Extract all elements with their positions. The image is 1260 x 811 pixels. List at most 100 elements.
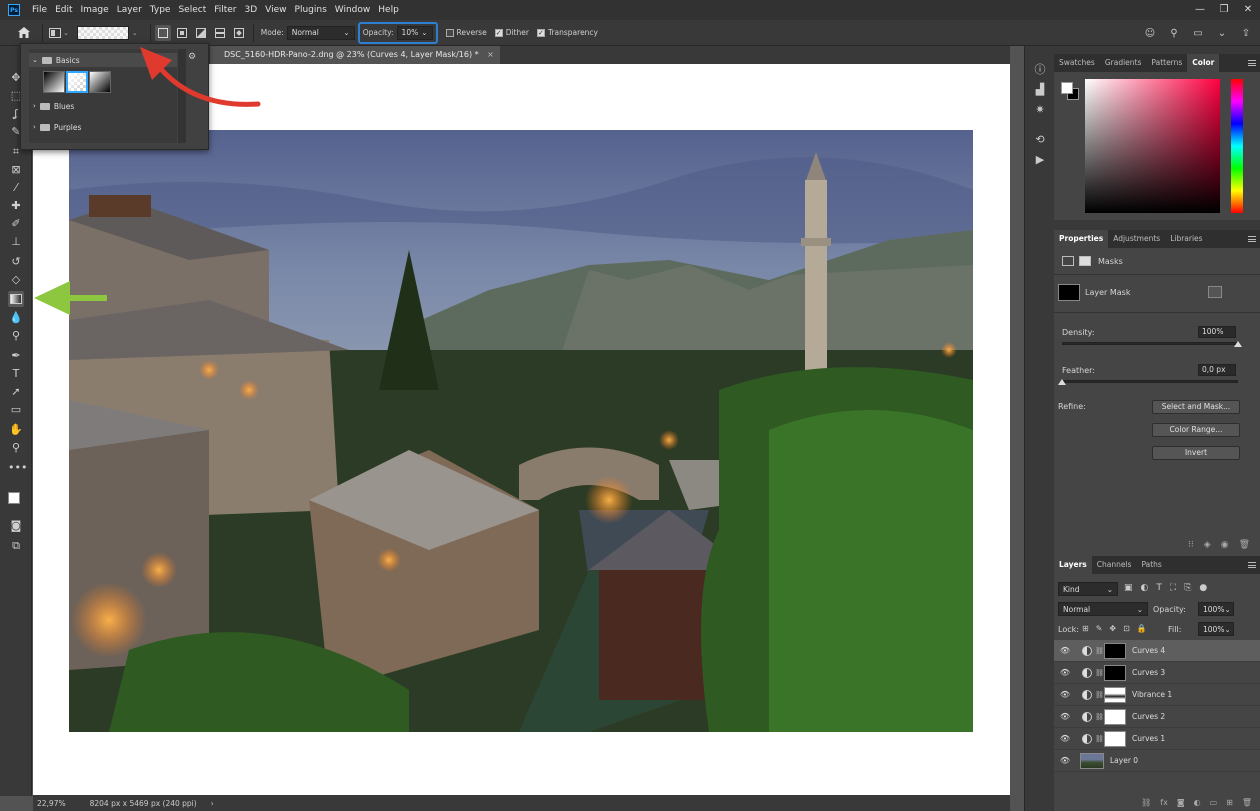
gradient-preview[interactable] [76,25,129,40]
transparency-option[interactable]: ✓ Transparency [536,28,598,37]
link-layers-icon[interactable]: ⛓ [1141,798,1151,807]
apply-mask-icon[interactable]: ◈ [1204,540,1211,550]
panel-menu-icon[interactable] [1248,562,1256,568]
tab-paths[interactable]: Paths [1136,556,1166,574]
density-slider[interactable] [1062,342,1238,345]
layer-mask-thumbnail[interactable] [1104,730,1126,747]
tab-gradients[interactable]: Gradients [1100,54,1147,72]
panel-menu-icon[interactable] [1248,60,1256,66]
reverse-checkbox[interactable] [445,28,454,37]
linear-gradient-icon[interactable] [154,24,171,41]
load-selection-icon[interactable]: ⁝⁝ [1188,540,1194,550]
gear-icon[interactable]: ⚙ [188,52,196,62]
menu-view[interactable]: View [261,5,290,15]
add-vector-mask-icon[interactable] [1231,286,1243,298]
tab-swatches[interactable]: Swatches [1054,54,1100,72]
gradient-swatch-fg-to-transparent[interactable] [66,71,88,93]
visibility-eye-icon[interactable]: 👁 [1058,668,1072,677]
search-icon[interactable]: ⚲ [1166,25,1182,41]
menu-layer[interactable]: Layer [113,5,146,15]
gradient-tool-icon[interactable] [8,291,24,307]
gradient-swatch-fg-to-bg[interactable] [43,71,65,93]
close-window-button[interactable]: ✕ [1236,0,1260,20]
mask-link-icon[interactable]: ⛓ [1095,647,1104,655]
angle-gradient-icon[interactable] [193,25,209,41]
menu-image[interactable]: Image [77,5,113,15]
quick-mask-icon[interactable]: ◙ [8,518,24,534]
gradient-dropdown-chevron-icon[interactable]: ⌄ [132,29,138,37]
blur-tool-icon[interactable]: 💧 [8,310,24,326]
layer-row-curves-4[interactable]: 👁 ⛓ Curves 4 [1054,640,1260,662]
invert-button[interactable]: Invert [1152,446,1240,460]
density-input[interactable]: 100% [1198,326,1236,338]
navigator-icon[interactable]: ✷ [1032,102,1048,118]
menu-3d[interactable]: 3D [241,5,262,15]
filter-smart-object-icon[interactable]: ⎘ [1184,583,1191,593]
feather-input[interactable]: 0,0 px [1198,364,1236,376]
tab-patterns[interactable]: Patterns [1146,54,1187,72]
select-and-mask-button[interactable]: Select and Mask... [1152,400,1240,414]
layer-opacity-input[interactable]: 100% ⌄ [1198,602,1234,616]
brush-tool-icon[interactable]: ✐ [8,216,24,232]
gradient-folder-purples[interactable]: › Purples [29,120,177,134]
history-icon[interactable]: ⟲ [1032,132,1048,148]
filter-shape-icon[interactable]: ⛶ [1170,583,1176,593]
new-group-icon[interactable]: ▭ [1210,798,1218,807]
workspace-chevron-icon[interactable]: ⌄ [1214,25,1230,41]
menu-plugins[interactable]: Plugins [291,5,331,15]
zoom-level[interactable]: 22,97% [37,799,66,808]
menu-window[interactable]: Window [331,5,375,15]
lock-position-icon[interactable]: ✥ [1109,624,1116,633]
transparency-checkbox[interactable]: ✓ [536,28,545,37]
blend-mode-select[interactable]: Normal ⌄ [1058,602,1148,616]
visibility-eye-icon[interactable]: 👁 [1058,646,1072,655]
fx-icon[interactable]: fx [1160,798,1168,807]
mask-link-icon[interactable]: ⛓ [1095,713,1104,721]
tab-channels[interactable]: Channels [1092,556,1137,574]
layer-row-curves-3[interactable]: 👁 ⛓ Curves 3 [1054,662,1260,684]
dither-option[interactable]: ✓ Dither [494,28,529,37]
select-pixel-mask-icon[interactable] [1208,286,1222,298]
delete-layer-icon[interactable]: 🗑 [1242,798,1252,807]
new-layer-icon[interactable]: ⊞ [1226,798,1233,807]
color-panel-foreground-swatch[interactable] [1061,82,1073,94]
actions-play-icon[interactable]: ▶ [1032,152,1048,168]
tool-preset-icon[interactable] [47,25,63,41]
pen-tool-icon[interactable]: ✒ [8,348,24,364]
pixel-mask-mode-icon[interactable] [1062,256,1074,266]
home-icon[interactable] [16,25,32,41]
gradient-list-scrollbar[interactable] [178,49,186,143]
document-photo[interactable] [69,130,973,732]
mode-select[interactable]: Normal ⌄ [286,25,355,40]
reverse-option[interactable]: Reverse [445,28,487,37]
share-upload-icon[interactable]: ⇪ [1238,25,1254,41]
history-brush-tool-icon[interactable]: ↺ [8,254,24,270]
add-mask-icon[interactable]: ◙ [1177,798,1185,807]
feather-slider[interactable] [1062,380,1238,383]
screen-mode-icon[interactable]: ⧉ [8,538,24,554]
dither-checkbox[interactable]: ✓ [494,28,503,37]
minimize-button[interactable]: — [1188,0,1212,20]
visibility-eye-icon[interactable]: 👁 [1058,690,1072,699]
hand-tool-icon[interactable]: ✋ [8,422,24,438]
layer-mask-thumbnail[interactable] [1104,686,1126,703]
lock-pixels-icon[interactable]: ✎ [1096,624,1103,633]
diamond-gradient-icon[interactable] [231,25,247,41]
dodge-tool-icon[interactable]: ⚲ [8,328,24,344]
menu-help[interactable]: Help [374,5,403,15]
more-tools-icon[interactable]: ••• [8,460,27,476]
type-tool-icon[interactable]: T [8,366,24,382]
layer-mask-thumbnail[interactable] [1104,708,1126,725]
menu-edit[interactable]: Edit [51,5,76,15]
layer-row-vibrance-1[interactable]: 👁 ⛓ Vibrance 1 [1054,684,1260,706]
menu-select[interactable]: Select [174,5,210,15]
opacity-input[interactable]: 10% ⌄ [396,25,433,40]
status-menu-arrow-icon[interactable]: › [211,799,214,808]
tab-layers[interactable]: Layers [1054,556,1092,574]
canvas-area[interactable] [33,64,1010,795]
panel-menu-icon[interactable] [1248,236,1256,242]
color-field[interactable] [1085,79,1220,213]
delete-icon[interactable]: 🗑 [1239,540,1250,550]
layer-row-layer-0[interactable]: 👁 Layer 0 [1054,750,1260,772]
filter-adjustment-icon[interactable]: ◐ [1141,583,1149,593]
